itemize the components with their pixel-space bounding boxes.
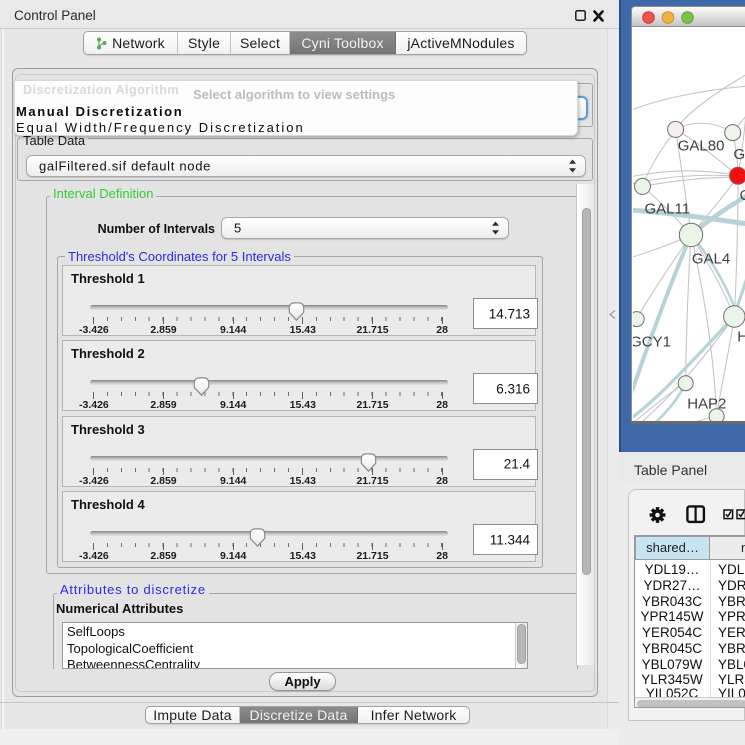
svg-text:GCY1: GCY1 — [633, 334, 671, 351]
svg-text:GA: GA — [734, 146, 745, 163]
svg-text:GAL4: GAL4 — [692, 250, 730, 267]
svg-text:HAP2: HAP2 — [687, 395, 726, 412]
svg-text:HA: HA — [737, 329, 745, 346]
svg-text:C: C — [740, 187, 745, 204]
svg-text:GAL11: GAL11 — [645, 201, 691, 218]
svg-text:GAL80: GAL80 — [678, 137, 725, 154]
